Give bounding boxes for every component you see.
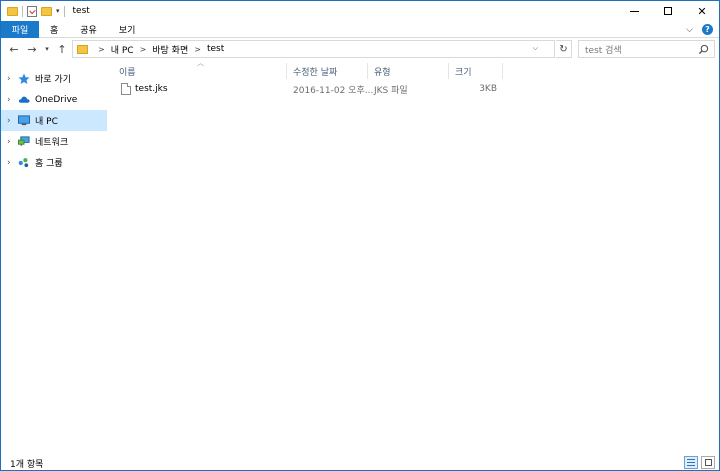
close-icon: ✕ xyxy=(697,4,707,18)
folder-icon xyxy=(77,44,88,54)
tab-view[interactable]: 보기 xyxy=(108,21,147,38)
file-name-cell: test.jks xyxy=(121,80,168,98)
close-button[interactable]: ✕ xyxy=(685,1,719,21)
ribbon-right-controls: ⌵ ? xyxy=(686,21,713,38)
expand-ribbon-chevron-icon[interactable]: ⌵ xyxy=(686,25,693,35)
sidebar-item-quick-access[interactable]: › 바로 가기 xyxy=(1,68,107,89)
column-header-size[interactable]: 크기 xyxy=(449,63,503,79)
arrow-right-icon: → xyxy=(27,42,37,56)
forward-button[interactable]: → xyxy=(23,39,41,59)
sidebar-item-network[interactable]: › 네트워크 xyxy=(1,131,107,152)
customize-toolbar-chevron-icon[interactable]: ▾ xyxy=(56,7,60,15)
ribbon-tabs: 파일 홈 공유 보기 ⌵ ? xyxy=(1,20,719,38)
file-icon xyxy=(121,83,131,95)
file-name: test.jks xyxy=(135,84,168,94)
tab-share[interactable]: 공유 xyxy=(69,21,108,38)
chevron-down-icon: ▾ xyxy=(45,45,49,53)
search-box[interactable]: test 검색 xyxy=(578,40,715,58)
view-toggle xyxy=(684,456,715,469)
window-title: test xyxy=(72,6,90,16)
toolbar-divider xyxy=(22,5,23,17)
breadcrumb-desktop[interactable]: 바탕 화면 xyxy=(152,43,188,56)
details-view-button[interactable] xyxy=(684,456,698,469)
refresh-icon: ↻ xyxy=(559,43,568,55)
large-icons-view-icon xyxy=(704,459,712,466)
address-dropdown-icon[interactable]: ⌵ xyxy=(533,44,538,53)
title-bar: ▾ test ✕ xyxy=(1,1,719,21)
sidebar-item-homegroup[interactable]: › 홈 그룹 xyxy=(1,152,107,173)
minimize-icon xyxy=(629,10,639,12)
large-icons-view-button[interactable] xyxy=(701,456,715,469)
navigation-pane: › 바로 가기 › OneDrive › 내 PC › 네트워크 › 홈 그룹 xyxy=(1,63,107,455)
address-bar[interactable]: > 내 PC > 바탕 화면 > test ⌵ xyxy=(72,40,555,58)
navigation-bar: ← → ▾ ↑ > 내 PC > 바탕 화면 > test ⌵ ↻ test 검… xyxy=(1,38,719,60)
computer-icon xyxy=(18,115,30,127)
expand-chevron-icon[interactable]: › xyxy=(7,137,18,147)
new-folder-icon[interactable] xyxy=(41,6,52,16)
column-header-modified[interactable]: 수정한 날짜 xyxy=(287,63,368,79)
file-type: JKS 파일 xyxy=(374,85,408,96)
sidebar-item-label: OneDrive xyxy=(35,94,78,105)
sidebar-item-label: 네트워크 xyxy=(35,138,69,148)
sidebar-item-label: 바로 가기 xyxy=(35,75,71,85)
column-headers: ︿ 이름 수정한 날짜 유형 크기 xyxy=(113,59,717,79)
breadcrumb-separator-icon[interactable]: > xyxy=(194,45,201,54)
sidebar-item-label: 홈 그룹 xyxy=(35,159,63,169)
window-controls: ✕ xyxy=(617,1,719,21)
search-input[interactable]: test 검색 xyxy=(585,43,622,56)
properties-icon[interactable] xyxy=(27,5,37,17)
folder-icon xyxy=(7,6,18,16)
file-modified: 2016-11-02 오후... xyxy=(293,85,374,96)
toolbar-divider xyxy=(63,5,65,17)
table-row[interactable]: test.jks 2016-11-02 오후... JKS 파일 3KB xyxy=(113,80,503,98)
cloud-icon xyxy=(18,94,30,106)
file-size: 3KB xyxy=(479,84,497,94)
tab-home[interactable]: 홈 xyxy=(39,21,69,38)
maximize-icon xyxy=(664,7,672,15)
homegroup-icon xyxy=(18,157,30,169)
sidebar-item-label: 내 PC xyxy=(35,117,58,127)
status-bar: 1개 항목 xyxy=(1,455,719,471)
help-icon[interactable]: ? xyxy=(702,24,713,35)
back-button[interactable]: ← xyxy=(5,39,23,59)
file-list: ︿ 이름 수정한 날짜 유형 크기 test.jks 2016-11-02 오후… xyxy=(113,59,717,455)
network-icon xyxy=(18,136,30,148)
breadcrumb-separator-icon[interactable]: > xyxy=(98,45,105,54)
maximize-button[interactable] xyxy=(651,1,685,21)
quick-access-toolbar: ▾ xyxy=(1,1,65,21)
search-icon xyxy=(698,44,709,55)
arrow-left-icon: ← xyxy=(9,42,19,56)
item-count: 1개 항목 xyxy=(10,459,44,470)
tab-file[interactable]: 파일 xyxy=(1,20,39,38)
expand-chevron-icon[interactable]: › xyxy=(7,158,18,168)
details-view-icon xyxy=(687,462,695,463)
refresh-button[interactable]: ↻ xyxy=(556,40,572,58)
column-header-type[interactable]: 유형 xyxy=(368,63,449,79)
sidebar-item-onedrive[interactable]: › OneDrive xyxy=(1,89,107,110)
expand-chevron-icon[interactable]: › xyxy=(7,116,18,126)
arrow-up-icon: ↑ xyxy=(57,42,67,56)
breadcrumb-this-pc[interactable]: 내 PC xyxy=(111,43,134,56)
expand-chevron-icon[interactable]: › xyxy=(7,74,18,84)
breadcrumb-separator-icon[interactable]: > xyxy=(140,45,147,54)
column-header-name[interactable]: 이름 xyxy=(113,63,287,79)
recent-locations-button[interactable]: ▾ xyxy=(41,39,53,59)
expand-chevron-icon[interactable]: › xyxy=(7,95,18,105)
minimize-button[interactable] xyxy=(617,1,651,21)
star-icon xyxy=(18,73,30,85)
breadcrumb-test[interactable]: test xyxy=(207,44,224,54)
explorer-window: ▾ test ✕ 파일 홈 공유 보기 ⌵ ? ← → ▾ ↑ > 내 PC >… xyxy=(0,0,720,471)
up-button[interactable]: ↑ xyxy=(53,39,71,59)
sidebar-item-this-pc[interactable]: › 내 PC xyxy=(1,110,107,131)
